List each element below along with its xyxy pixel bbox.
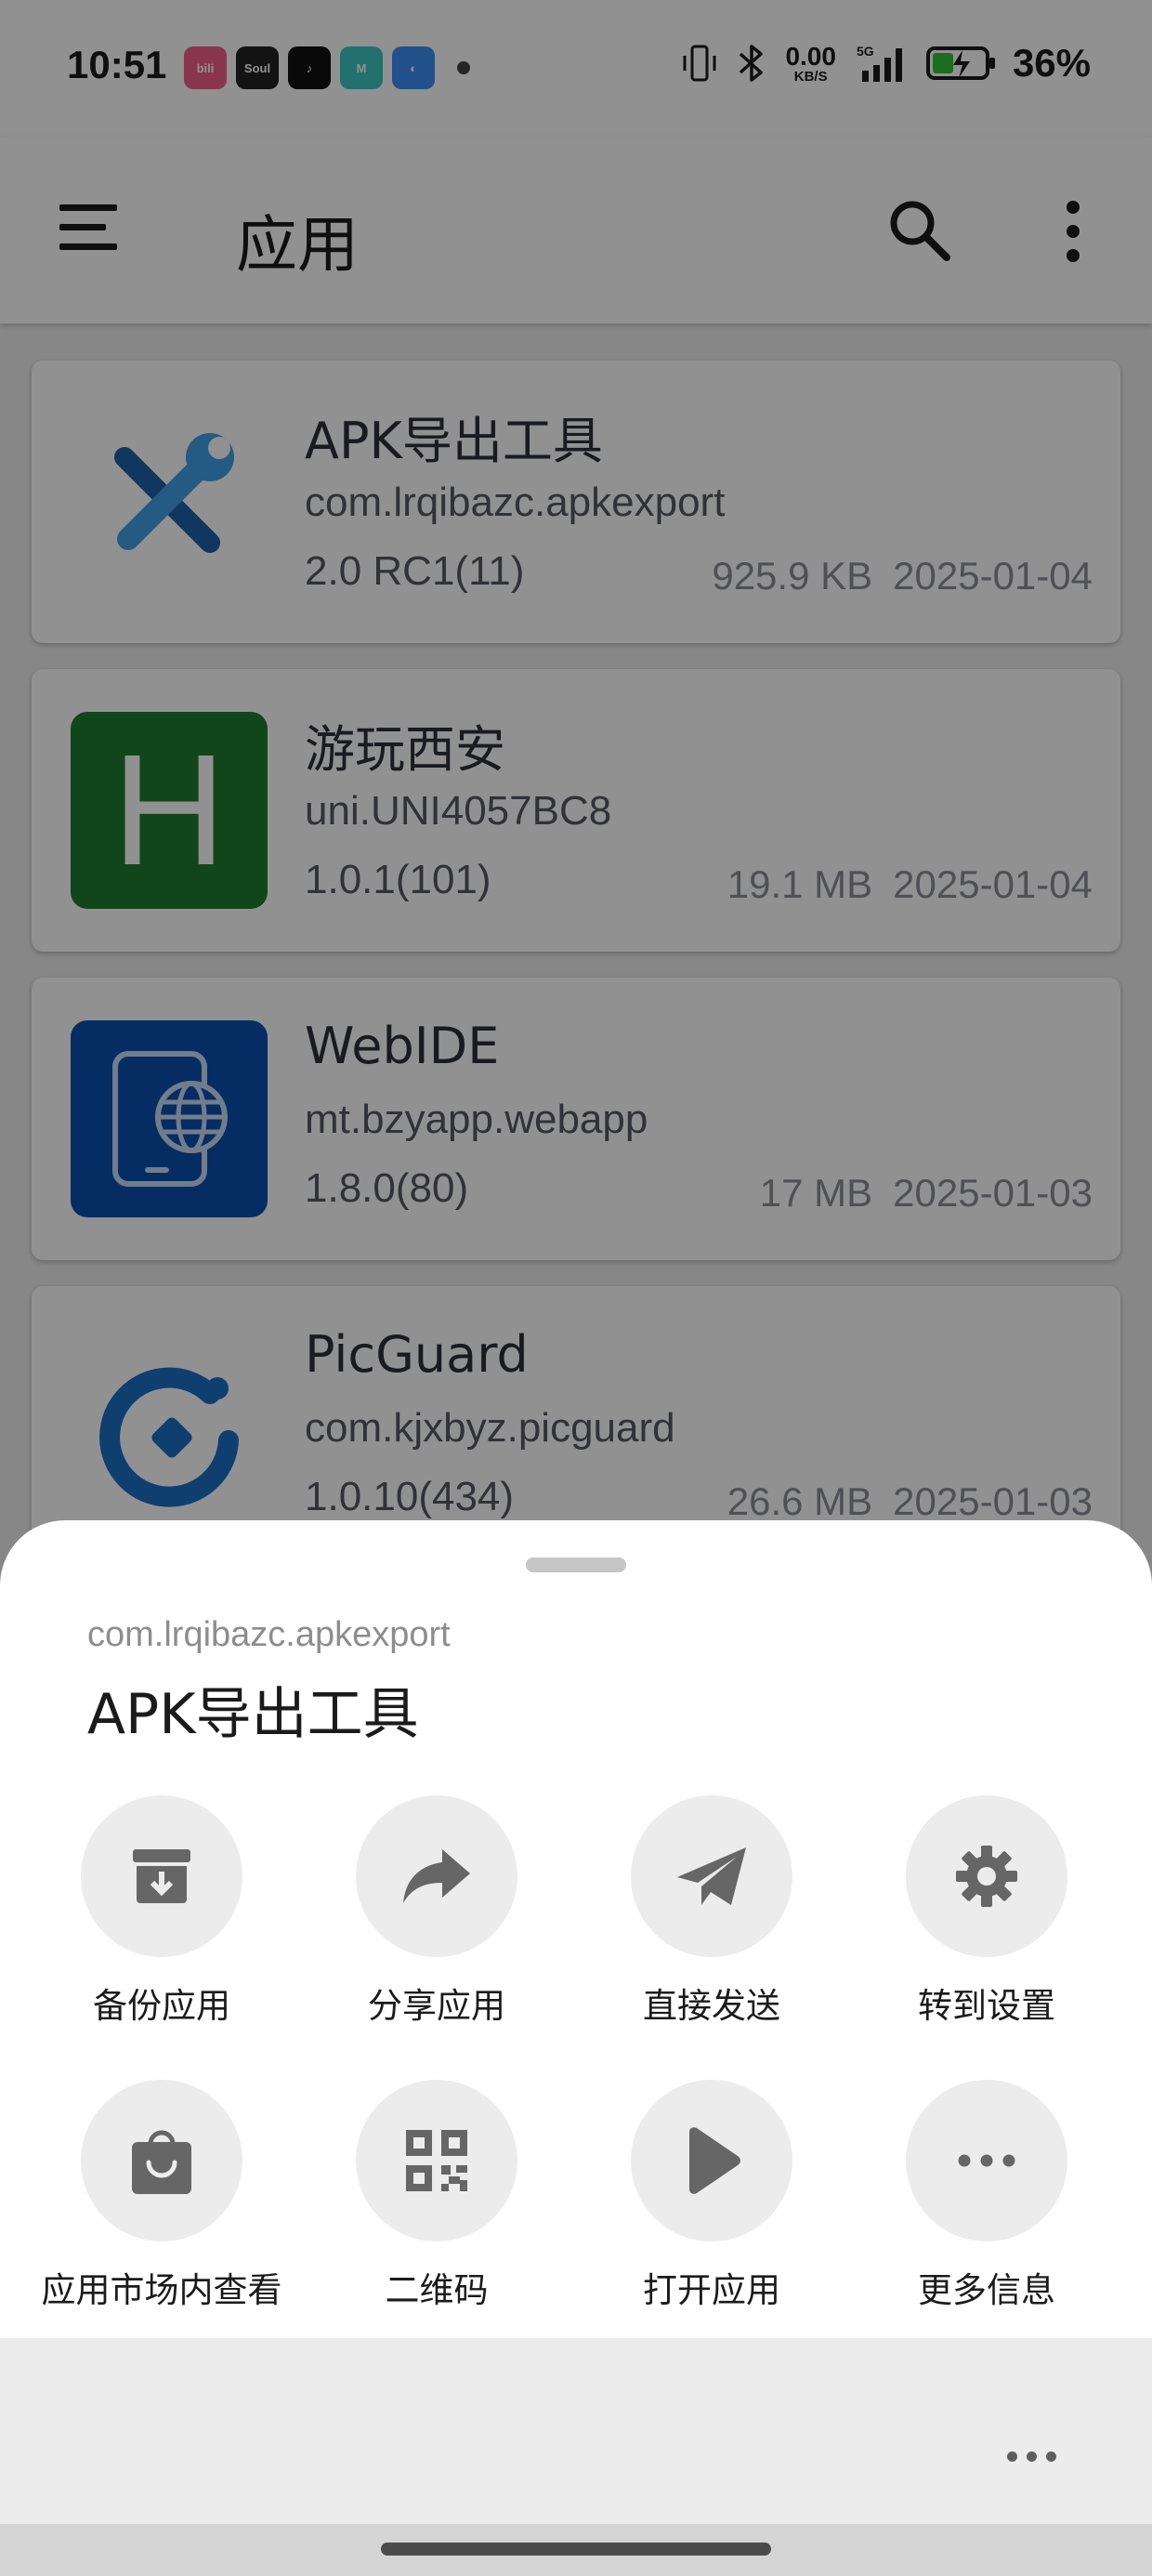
action-label: 打开应用 (643, 2270, 780, 2310)
shopping-bag-icon (132, 2130, 191, 2194)
more-info-button[interactable]: 更多信息 (831, 2080, 1110, 2349)
play-icon (689, 2127, 740, 2194)
action-label: 更多信息 (918, 2270, 1055, 2310)
home-gesture-handle[interactable] (381, 2543, 771, 2556)
action-label: 应用市场内查看 (41, 2270, 282, 2310)
share-app-button[interactable]: 分享应用 (281, 1795, 560, 2065)
system-navigation-bar (0, 2524, 1152, 2576)
share-arrow-icon (403, 1849, 470, 1903)
action-label: 转到设置 (918, 1986, 1055, 2026)
qr-code-icon (406, 2130, 467, 2191)
gear-icon (956, 1846, 1017, 1907)
action-label: 直接发送 (643, 1986, 780, 2026)
go-to-settings-button[interactable]: 转到设置 (831, 1795, 1110, 2065)
more-horizontal-icon (958, 2154, 1015, 2167)
action-label: 二维码 (385, 2270, 489, 2310)
archive-download-icon (133, 1849, 190, 1903)
action-label: 分享应用 (368, 1986, 505, 2026)
view-in-app-store-button[interactable]: 应用市场内查看 (7, 2080, 285, 2349)
sheet-package-name: com.lrqibazc.apkexport (87, 1615, 451, 1654)
sheet-title: APK导出工具 (87, 1682, 419, 1747)
app-actions-bottom-sheet: com.lrqibazc.apkexport APK导出工具 备份应用 分享应用… (0, 1520, 1152, 2338)
qr-code-button[interactable]: 二维码 (281, 2080, 560, 2349)
action-label: 备份应用 (93, 1986, 230, 2026)
open-app-button[interactable]: 打开应用 (556, 2080, 835, 2349)
backup-app-button[interactable]: 备份应用 (7, 1795, 285, 2065)
more-horizontal-icon[interactable] (1007, 2451, 1056, 2462)
drag-handle[interactable] (526, 1557, 626, 1572)
paper-plane-icon (677, 1847, 746, 1905)
send-directly-button[interactable]: 直接发送 (556, 1795, 835, 2065)
